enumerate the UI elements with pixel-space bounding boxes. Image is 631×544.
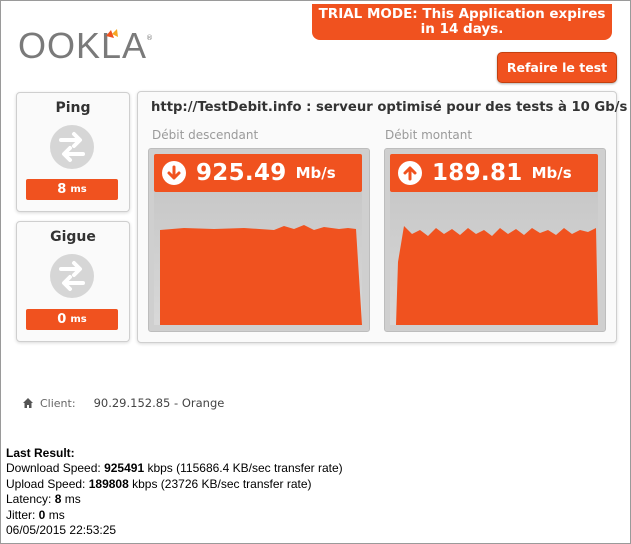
ookla-logo: OOKLA ® — [18, 26, 153, 66]
download-graph — [154, 192, 362, 325]
last-result-jitter: Jitter: 0 ms — [6, 507, 65, 522]
transfer-arrows-icon — [50, 125, 94, 169]
ping-value-badge: 8 ms — [26, 179, 118, 200]
ping-value: 8 — [57, 182, 67, 197]
transfer-arrows-icon — [50, 254, 94, 298]
last-result-upload: Upload Speed: 189808 kbps (23726 KB/sec … — [6, 476, 312, 491]
trial-banner-line2: in 14 days. — [420, 21, 504, 37]
download-speed-unit: Mb/s — [295, 164, 336, 182]
ping-unit: ms — [70, 184, 87, 195]
home-icon — [23, 398, 33, 408]
trial-mode-banner: TRIAL MODE: This Application expires in … — [312, 4, 612, 40]
last-result-download: Download Speed: 925491 kbps (115686.4 KB… — [6, 461, 343, 476]
upload-kbps: 189808 — [88, 476, 129, 491]
jitter-title: Gigue — [50, 229, 96, 245]
ping-panel: Ping 8 ms — [16, 92, 130, 212]
download-label: Débit descendant — [152, 128, 259, 142]
trial-banner-line1: TRIAL MODE: This Application expires — [318, 6, 606, 22]
ping-title: Ping — [55, 100, 91, 116]
jitter-unit: ms — [70, 314, 87, 325]
last-result-header: Last Result: — [6, 446, 75, 460]
upload-gauge: 189.81 Mb/s — [384, 148, 606, 332]
results-panel: http://TestDebit.info : serveur optimisé… — [137, 91, 627, 343]
download-gauge: 925.49 Mb/s — [148, 148, 370, 332]
upload-arrow-icon — [398, 161, 422, 185]
upload-speed-unit: Mb/s — [531, 164, 572, 182]
server-info: http://TestDebit.info : serveur optimisé… — [151, 100, 628, 115]
svg-text:®: ® — [146, 34, 153, 42]
upload-speed-value: 189.81 — [432, 160, 523, 186]
retest-button[interactable]: Refaire le test — [497, 52, 617, 83]
download-speed-value: 925.49 — [196, 160, 287, 186]
jitter-value: 0 — [57, 312, 67, 327]
last-result-block: Last Result: Download Speed: 925491 kbps… — [6, 446, 343, 538]
client-value: 90.29.152.85 - Orange — [93, 396, 225, 410]
jitter-panel: Gigue 0 ms — [16, 221, 130, 342]
jitter-value-badge: 0 ms — [26, 309, 118, 330]
ookla-logo-text: OOKLA — [18, 26, 147, 66]
last-result-latency: Latency: 8 ms — [6, 492, 81, 507]
upload-label: Débit montant — [385, 128, 473, 142]
download-arrow-icon — [162, 161, 186, 185]
client-label: Client: — [40, 396, 76, 410]
client-info: Client: 90.29.152.85 - Orange — [22, 396, 224, 410]
upload-graph — [390, 192, 598, 325]
upload-speed-header: 189.81 Mb/s — [390, 154, 598, 192]
last-result-timestamp: 06/05/2015 22:53:25 — [6, 523, 117, 538]
download-speed-header: 925.49 Mb/s — [154, 154, 362, 192]
download-kbps: 925491 — [104, 461, 145, 476]
